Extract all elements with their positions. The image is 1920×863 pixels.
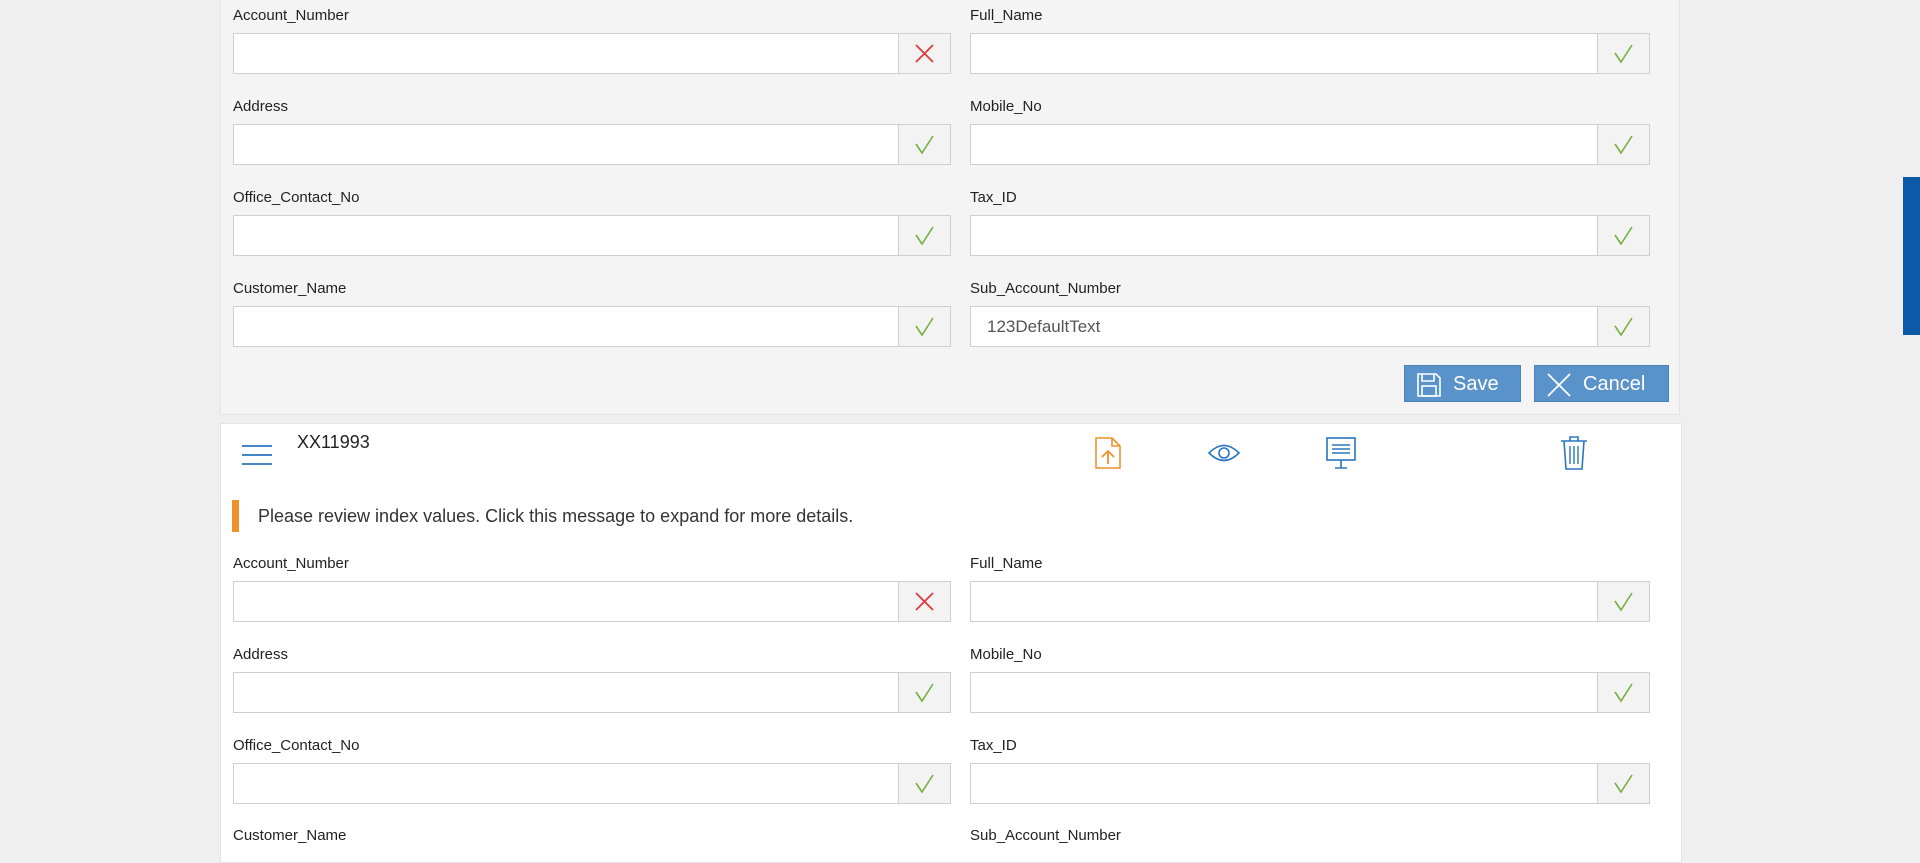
- tax-id-status: [1597, 216, 1649, 255]
- sub-account-number-status: [1597, 307, 1649, 346]
- office-contact-no-value: [250, 764, 890, 803]
- mobile-no-field[interactable]: [970, 672, 1650, 713]
- valid-check-icon: [915, 226, 934, 246]
- customer-name-label: Customer_Name: [233, 280, 347, 297]
- office-contact-no-status: [898, 216, 950, 255]
- office-contact-no-value: [250, 216, 890, 255]
- account-number-field[interactable]: [233, 33, 951, 74]
- full-name-status: [1597, 582, 1649, 621]
- customer-name-status: [898, 307, 950, 346]
- customer-name-value: [250, 307, 890, 346]
- eye-icon[interactable]: [1207, 442, 1241, 464]
- cancel-button-label: Cancel: [1583, 373, 1646, 395]
- mobile-no-value: [987, 673, 1589, 712]
- full-name-value: [987, 34, 1589, 73]
- address-value: [250, 673, 890, 712]
- save-button[interactable]: Save: [1404, 365, 1521, 402]
- address-value: [250, 125, 890, 164]
- mobile-no-field[interactable]: [970, 124, 1650, 165]
- cancel-button[interactable]: Cancel: [1534, 365, 1669, 402]
- office-contact-no-label: Office_Contact_No: [233, 189, 360, 206]
- mobile-no-status: [1597, 673, 1649, 712]
- valid-check-icon: [1614, 317, 1633, 337]
- full-name-field[interactable]: [970, 33, 1650, 74]
- tax-id-value: [987, 764, 1589, 803]
- valid-check-icon: [1614, 135, 1633, 155]
- account-number-value: [250, 34, 890, 73]
- address-status: [898, 125, 950, 164]
- sub-account-number-label: Sub_Account_Number: [970, 827, 1121, 844]
- presentation-icon[interactable]: [1325, 436, 1357, 470]
- office-contact-no-label: Office_Contact_No: [233, 737, 360, 754]
- address-label: Address: [233, 646, 289, 663]
- account-number-status: [898, 582, 950, 621]
- account-number-label: Account_Number: [233, 555, 349, 572]
- customer-name-label: Customer_Name: [233, 827, 347, 844]
- mobile-no-status: [1597, 125, 1649, 164]
- close-icon: [1547, 373, 1571, 397]
- invalid-x-icon: [915, 592, 934, 611]
- customer-name-field[interactable]: [233, 306, 951, 347]
- address-status: [898, 673, 950, 712]
- valid-check-icon: [915, 317, 934, 337]
- account-number-label: Account_Number: [233, 7, 349, 24]
- full-name-status: [1597, 34, 1649, 73]
- valid-check-icon: [915, 683, 934, 703]
- tax-id-status: [1597, 764, 1649, 803]
- valid-check-icon: [1614, 226, 1633, 246]
- address-field[interactable]: [233, 124, 951, 165]
- valid-check-icon: [915, 135, 934, 155]
- floppy-disk-icon: [1417, 373, 1441, 397]
- valid-check-icon: [1614, 44, 1633, 64]
- full-name-field[interactable]: [970, 581, 1650, 622]
- mobile-no-value: [987, 125, 1589, 164]
- account-number-status: [898, 34, 950, 73]
- tax-id-label: Tax_ID: [970, 737, 1017, 754]
- full-name-value: [987, 582, 1589, 621]
- mobile-no-label: Mobile_No: [970, 98, 1042, 115]
- document-title: XX11993: [297, 432, 370, 452]
- side-panel-tab[interactable]: [1903, 177, 1920, 335]
- office-contact-no-status: [898, 764, 950, 803]
- full-name-label: Full_Name: [970, 555, 1043, 572]
- trash-icon[interactable]: [1559, 435, 1589, 471]
- tax-id-field[interactable]: [970, 763, 1650, 804]
- valid-check-icon: [1614, 592, 1633, 612]
- tax-id-field[interactable]: [970, 215, 1650, 256]
- valid-check-icon: [1614, 774, 1633, 794]
- sub-account-number-field[interactable]: 123DefaultText: [970, 306, 1650, 347]
- tax-id-value: [987, 216, 1589, 255]
- account-number-value: [250, 582, 890, 621]
- hamburger-menu-icon[interactable]: [241, 444, 273, 466]
- tax-id-label: Tax_ID: [970, 189, 1017, 206]
- notice-message: Please review index values. Click this m…: [258, 506, 854, 526]
- address-field[interactable]: [233, 672, 951, 713]
- sub-account-number-value: 123DefaultText: [987, 317, 1101, 336]
- save-button-label: Save: [1453, 373, 1499, 395]
- office-contact-no-field[interactable]: [233, 215, 951, 256]
- office-contact-no-field[interactable]: [233, 763, 951, 804]
- sub-account-number-label: Sub_Account_Number: [970, 280, 1121, 297]
- notice-accent-bar: [232, 500, 239, 532]
- review-notice[interactable]: Please review index values. Click this m…: [232, 500, 932, 532]
- address-label: Address: [233, 98, 289, 115]
- mobile-no-label: Mobile_No: [970, 646, 1042, 663]
- full-name-label: Full_Name: [970, 7, 1043, 24]
- invalid-x-icon: [915, 44, 934, 63]
- valid-check-icon: [1614, 683, 1633, 703]
- valid-check-icon: [915, 774, 934, 794]
- account-number-field[interactable]: [233, 581, 951, 622]
- upload-file-icon[interactable]: [1094, 436, 1122, 470]
